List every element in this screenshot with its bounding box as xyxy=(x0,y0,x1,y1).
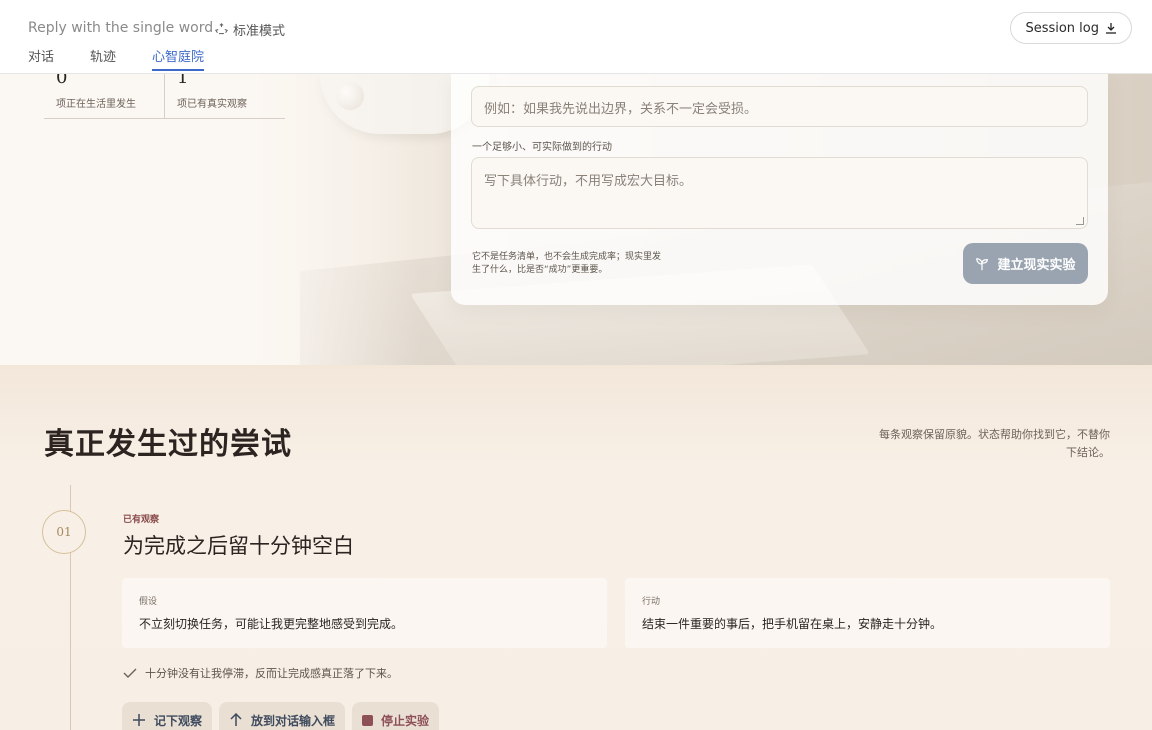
sprout-icon xyxy=(976,257,989,270)
plus-icon xyxy=(133,714,145,726)
entry-actions: 记下观察 放到对话输入框 停止实验 xyxy=(122,702,440,730)
tab-trajectory[interactable]: 轨迹 xyxy=(90,46,116,71)
attempts-section: 真正发生过的尝试 每条观察保留原貌。状态帮助你找到它，不替你下结论。 01 已有… xyxy=(0,365,1152,730)
mode-label: 标准模式 xyxy=(233,24,286,39)
record-observation-button[interactable]: 记下观察 xyxy=(122,702,213,730)
session-log-label: Session log xyxy=(1025,20,1099,36)
observation-text: 十分钟没有让我停滞，反而让完成感真正落了下来。 xyxy=(145,667,398,680)
hypothesis-box: 假设 不立刻切换任务，可能让我更完整地感受到完成。 xyxy=(122,578,607,648)
stat-in-progress: 0 项正在生活里发生 xyxy=(44,69,164,118)
action-field-label: 一个足够小、可实际做到的行动 xyxy=(472,142,612,153)
record-observation-label: 记下观察 xyxy=(154,713,203,728)
section-description: 每条观察保留原貌。状态帮助你找到它，不替你下结论。 xyxy=(879,428,1110,459)
stat-in-progress-label: 项正在生活里发生 xyxy=(56,99,136,110)
resize-handle-icon[interactable] xyxy=(1076,217,1084,225)
top-bar: Reply with the single word 标准模式 Session … xyxy=(0,0,1152,74)
tab-bar: 对话 轨迹 心智庭院 xyxy=(28,46,205,71)
stop-experiment-label: 停止实验 xyxy=(381,713,430,728)
send-to-chat-label: 放到对话输入框 xyxy=(251,713,336,728)
entry-status-tag: 已有观察 xyxy=(123,515,160,525)
mode-selector[interactable]: 标准模式 xyxy=(215,20,285,39)
stat-observed-label: 项已有真实观察 xyxy=(177,99,247,110)
entry-number-badge: 01 xyxy=(42,510,86,554)
section-title: 真正发生过的尝试 xyxy=(44,427,292,462)
entry-title: 为完成之后留十分钟空白 xyxy=(123,534,354,558)
arrow-up-icon xyxy=(230,713,242,726)
stats-panel: 0 项正在生活里发生 1 项已有真实观察 xyxy=(44,69,285,119)
session-log-button[interactable]: Session log xyxy=(1010,12,1132,44)
send-to-chat-button[interactable]: 放到对话输入框 xyxy=(219,702,346,730)
form-note: 它不是任务清单，也不会生成完成率；现实里发生了什么，比是否“成功”更重要。 xyxy=(472,252,662,275)
action-textarea[interactable]: 写下具体行动，不用写成宏大目标。 xyxy=(471,157,1088,229)
observation-line: 十分钟没有让我停滞，反而让完成感真正落了下来。 xyxy=(123,665,398,681)
tab-chat[interactable]: 对话 xyxy=(28,46,54,71)
action-textarea-placeholder: 写下具体行动，不用写成宏大目标。 xyxy=(484,174,693,189)
action-value: 结束一件重要的事后，把手机留在桌上，安静走十分钟。 xyxy=(642,617,943,631)
experiment-form-card: 例如：如果我先说出边界，关系不一定会受损。 一个足够小、可实际做到的行动 写下具… xyxy=(451,74,1108,305)
create-experiment-button[interactable]: 建立现实实验 xyxy=(963,243,1088,284)
recycle-icon xyxy=(215,23,228,35)
hypothesis-key: 假设 xyxy=(139,597,158,607)
check-icon xyxy=(123,668,137,678)
stop-experiment-button[interactable]: 停止实验 xyxy=(352,702,440,730)
action-key: 行动 xyxy=(642,597,661,607)
action-box: 行动 结束一件重要的事后，把手机留在桌上，安静走十分钟。 xyxy=(625,578,1110,648)
tab-mind-courtyard[interactable]: 心智庭院 xyxy=(152,46,205,71)
hypothesis-input[interactable]: 例如：如果我先说出边界，关系不一定会受损。 xyxy=(471,86,1088,127)
hypothesis-value: 不立刻切换任务，可能让我更完整地感受到完成。 xyxy=(139,617,404,631)
stat-observed: 1 项已有真实观察 xyxy=(164,69,285,118)
download-icon xyxy=(1106,23,1116,34)
stop-icon xyxy=(362,714,374,726)
page-title: Reply with the single word xyxy=(28,20,214,36)
create-experiment-label: 建立现实实验 xyxy=(997,258,1076,273)
